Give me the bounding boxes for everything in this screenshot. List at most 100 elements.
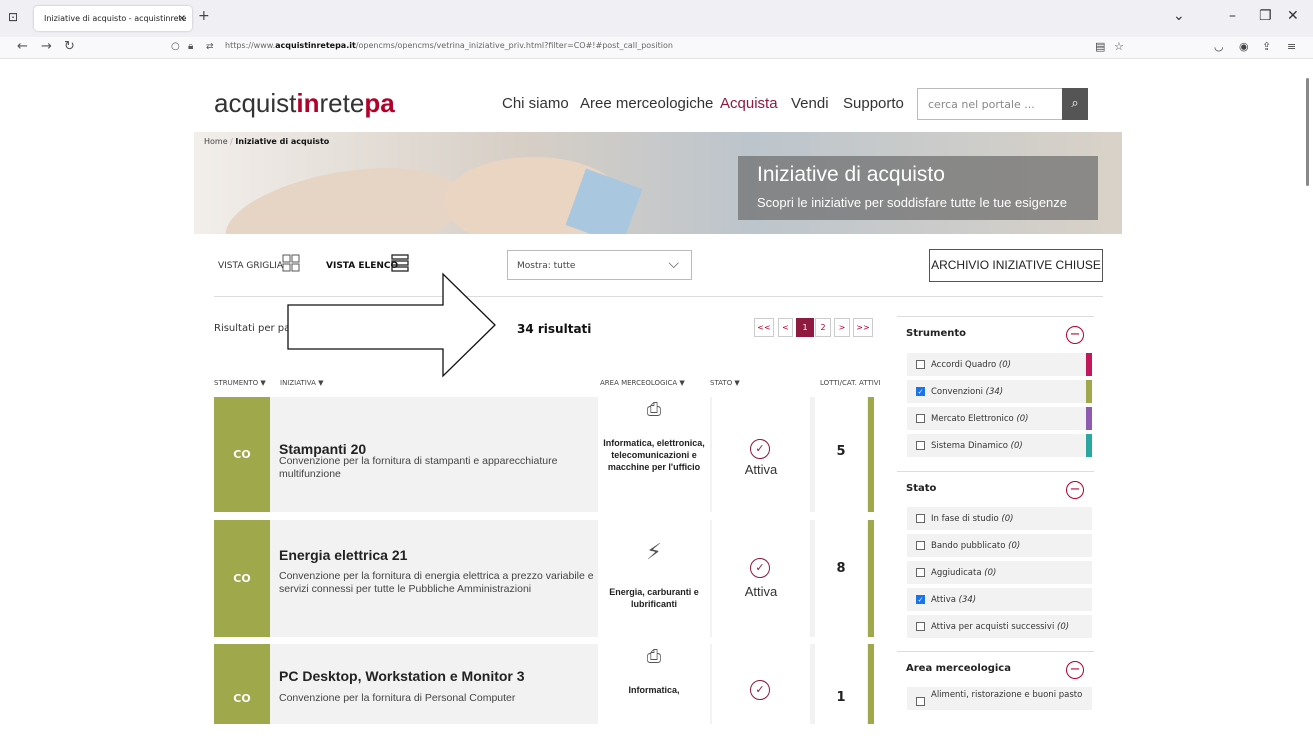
page-subtitle: Scopri le iniziative per soddisfare tutt… <box>757 195 1068 210</box>
menu-vendi[interactable]: Vendi <box>791 95 829 112</box>
checkbox-checked[interactable]: ✓ <box>916 387 925 396</box>
mostra-select[interactable]: Mostra: tutte ⌵ <box>507 250 692 280</box>
filter-area-header[interactable]: Area merceologica − <box>897 651 1094 687</box>
stato-label: Attiva <box>744 462 778 477</box>
table-row[interactable]: CO PC Desktop, Workstation e Monitor 3 C… <box>214 644 874 724</box>
row-color-bar <box>868 397 874 512</box>
page-first[interactable]: << <box>754 318 774 337</box>
breadcrumb-current: Iniziative di acquisto <box>235 137 330 146</box>
back-icon[interactable]: ← <box>17 39 28 54</box>
table-row[interactable]: CO Stampanti 20 Convenzione per la forni… <box>214 397 874 512</box>
collapse-icon[interactable]: − <box>1066 661 1084 679</box>
search-button[interactable]: ⌕ <box>1062 88 1088 120</box>
table-row[interactable]: CO Energia elettrica 21 Convenzione per … <box>214 520 874 637</box>
menu-acquista[interactable]: Acquista <box>720 95 778 112</box>
row-title[interactable]: Energia elettrica 21 <box>279 547 407 563</box>
new-tab-icon[interactable]: + <box>198 8 210 24</box>
url-domain: acquistinretepa.it <box>275 41 356 50</box>
reload-icon[interactable]: ↻ <box>64 39 75 54</box>
row-title[interactable]: PC Desktop, Workstation e Monitor 3 <box>279 668 525 684</box>
filter-aggiudicata[interactable]: Aggiudicata (0) <box>907 561 1092 585</box>
restore-icon[interactable]: ❐ <box>1259 8 1272 24</box>
results-count: 34 risultati <box>517 322 592 336</box>
col-iniziativa[interactable]: INIZIATIVA ▼ <box>280 379 324 387</box>
checkbox[interactable] <box>916 541 925 550</box>
checkbox[interactable] <box>916 622 925 631</box>
filter-convenzioni[interactable]: ✓ Convenzioni (34) <box>907 380 1092 404</box>
filter-label: Aggiudicata <box>931 568 982 578</box>
logo-text-2: in <box>296 88 320 118</box>
extensions-icon[interactable]: ⇪ <box>1262 40 1271 53</box>
tab-close-icon[interactable]: × <box>178 6 186 31</box>
filter-stato-header[interactable]: Stato − <box>897 471 1094 507</box>
collapse-icon[interactable]: − <box>1066 326 1084 344</box>
color-bar <box>1086 353 1092 376</box>
pocket-icon[interactable]: ◡ <box>1214 40 1224 53</box>
tab-overflow-chevron-icon[interactable]: ⌄ <box>1173 8 1185 24</box>
filter-label: Attiva <box>931 595 956 605</box>
filter-bando-pubblicato[interactable]: Bando pubblicato (0) <box>907 534 1092 558</box>
filter-label: Mercato Elettronico <box>931 414 1014 424</box>
filter-mercato-elettronico[interactable]: Mercato Elettronico (0) <box>907 407 1092 431</box>
vista-griglia-button[interactable]: VISTA GRIGLIA <box>218 261 283 271</box>
col-area-merceologica[interactable]: AREA MERCEOLOGICA ▼ <box>600 379 685 387</box>
scrollbar[interactable] <box>1306 78 1309 186</box>
archivio-iniziative-button[interactable]: ARCHIVIO INIZIATIVE CHIUSE <box>929 249 1103 282</box>
forward-icon[interactable]: → <box>41 39 52 54</box>
vista-elenco-button[interactable]: VISTA ELENCO <box>326 261 398 271</box>
filter-accordi-quadro[interactable]: Accordi Quadro (0) <box>907 353 1092 377</box>
filter-sistema-dinamico[interactable]: Sistema Dinamico (0) <box>907 434 1092 458</box>
filter-label: Convenzioni <box>931 387 983 397</box>
url-bar[interactable]: https://www.acquistinretepa.it/opencms/o… <box>225 41 673 50</box>
page-next[interactable]: > <box>834 318 850 337</box>
tab-list-icon[interactable]: ⊡ <box>8 10 22 24</box>
search-input[interactable]: cerca nel portale ... <box>917 88 1062 120</box>
page-prev[interactable]: < <box>778 318 793 337</box>
col-lotti: LOTTI/CAT. ATTIVI <box>820 379 881 387</box>
checkbox[interactable] <box>916 568 925 577</box>
list-view-icon[interactable] <box>391 254 409 272</box>
breadcrumb: Home / Iniziative di acquisto <box>204 137 329 146</box>
checkbox[interactable] <box>916 514 925 523</box>
menu-supporto[interactable]: Supporto <box>843 95 904 112</box>
grid-view-icon[interactable] <box>282 254 300 272</box>
site-logo[interactable]: acquistinretepa <box>214 88 395 119</box>
checkbox[interactable] <box>916 697 925 706</box>
filter-strumento-header[interactable]: Strumento − <box>897 316 1094 352</box>
reader-view-icon[interactable]: ▤ <box>1095 40 1105 53</box>
col-strumento[interactable]: STRUMENTO ▼ <box>214 379 266 387</box>
check-circle-icon: ✓ <box>750 558 770 578</box>
menu-chi-siamo[interactable]: Chi siamo <box>502 95 569 112</box>
collapse-icon[interactable]: − <box>1066 481 1084 499</box>
checkbox[interactable] <box>916 414 925 423</box>
minimize-icon[interactable]: – <box>1229 8 1236 24</box>
page-1[interactable]: 1 <box>796 318 814 337</box>
breadcrumb-home[interactable]: Home <box>204 137 228 146</box>
filter-label: Accordi Quadro <box>931 360 997 370</box>
menu-icon[interactable]: ≡ <box>1287 40 1296 53</box>
tab-title: Iniziative di acquisto - acquistinrete <box>44 14 187 23</box>
filter-label: Attiva per acquisti successivi <box>931 622 1055 632</box>
filter-in-fase-di-studio[interactable]: In fase di studio (0) <box>907 507 1092 531</box>
page-last[interactable]: >> <box>853 318 873 337</box>
lock-icon[interactable]: 🔒︎ <box>188 41 193 52</box>
power-tower-icon: ⚡ <box>646 540 662 565</box>
col-stato[interactable]: STATO ▼ <box>710 379 740 387</box>
browser-tab[interactable]: Iniziative di acquisto - acquistinrete × <box>34 6 192 31</box>
permissions-icon[interactable]: ⇄ <box>206 42 214 52</box>
stato-cell: ✓ Attiva <box>712 397 810 512</box>
filter-count: (0) <box>1016 414 1029 424</box>
checkbox-checked[interactable]: ✓ <box>916 595 925 604</box>
account-icon[interactable]: ◉ <box>1239 40 1249 53</box>
page-2[interactable]: 2 <box>815 318 831 337</box>
strumento-code: CO <box>214 520 270 637</box>
filter-attiva-acquisti-successivi[interactable]: Attiva per acquisti successivi (0) <box>907 615 1092 639</box>
filter-attiva[interactable]: ✓ Attiva (34) <box>907 588 1092 612</box>
checkbox[interactable] <box>916 441 925 450</box>
checkbox[interactable] <box>916 360 925 369</box>
close-window-icon[interactable]: ✕ <box>1287 8 1299 24</box>
filter-alimenti[interactable]: Alimenti, ristorazione e buoni pasto <box>907 687 1092 711</box>
menu-aree-merceologiche[interactable]: Aree merceologiche <box>580 95 713 112</box>
shield-icon[interactable]: ○ <box>171 41 180 52</box>
bookmark-star-icon[interactable]: ☆ <box>1114 40 1124 53</box>
